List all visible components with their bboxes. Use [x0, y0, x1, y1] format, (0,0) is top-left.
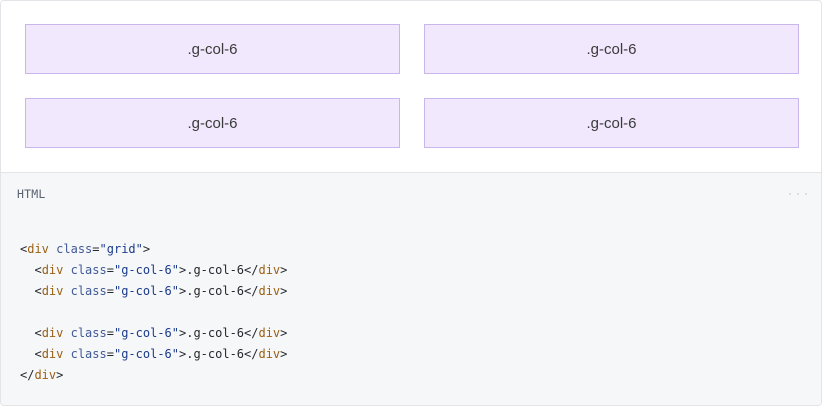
copy-icon[interactable]: [805, 193, 807, 195]
copy-icon[interactable]: [789, 193, 791, 195]
code-listing: <div class="grid"> <div class="g-col-6">…: [20, 239, 287, 386]
grid-cell: .g-col-6: [424, 98, 799, 148]
copy-icon[interactable]: [797, 193, 799, 195]
grid-cell: .g-col-6: [424, 24, 799, 74]
code-actions[interactable]: [789, 193, 807, 195]
code-line: <div class="g-col-6">.g-col-6</div>: [34, 263, 288, 277]
grid-example-preview: .g-col-6 .g-col-6 .g-col-6 .g-col-6: [1, 1, 821, 172]
code-line: </div>: [20, 368, 64, 382]
code-line: <div class="g-col-6">.g-col-6</div>: [34, 326, 288, 340]
grid-cell: .g-col-6: [25, 98, 400, 148]
code-block-header: HTML: [1, 172, 821, 217]
code-line: <div class="g-col-6">.g-col-6</div>: [34, 284, 288, 298]
code-line: <div class="g-col-6">.g-col-6</div>: [34, 347, 288, 361]
code-language-label: HTML: [17, 187, 46, 201]
code-block: <div class="grid"> <div class="g-col-6">…: [1, 216, 821, 405]
grid-cell: .g-col-6: [25, 24, 400, 74]
code-line: <div class="grid">: [20, 242, 151, 256]
docs-example-frame: .g-col-6 .g-col-6 .g-col-6 .g-col-6 HTML…: [0, 0, 822, 406]
